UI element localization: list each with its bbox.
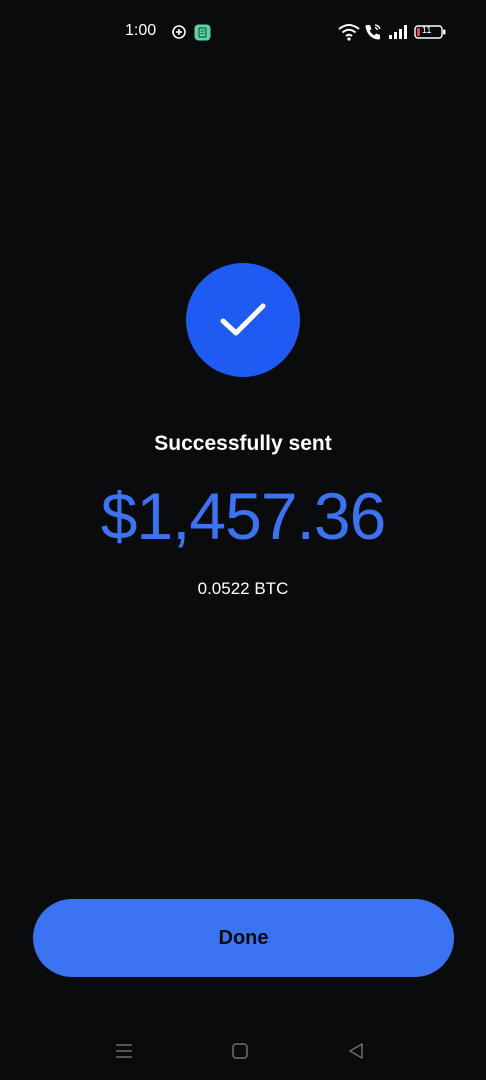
success-title: Successfully sent <box>154 432 332 455</box>
app-notification-icon <box>194 22 211 42</box>
menu-icon[interactable] <box>109 1036 139 1066</box>
battery-level: 11 <box>422 25 432 35</box>
status-bar: 1:00 11 <box>0 18 486 46</box>
location-plus-icon <box>171 22 187 42</box>
battery-icon: 11 <box>414 22 447 42</box>
back-icon[interactable] <box>341 1036 371 1066</box>
signal-icon <box>388 22 408 42</box>
fiat-amount: $1,457.36 <box>100 479 387 553</box>
checkmark-icon <box>220 303 266 336</box>
system-navigation-bar <box>0 1036 486 1066</box>
done-button-label: Done <box>218 926 269 949</box>
status-time: 1:00 <box>125 22 157 39</box>
wifi-calling-icon <box>364 22 382 42</box>
success-check-badge <box>186 263 300 377</box>
send-success-screen: 1:00 11 Successfully sent $1,457.36 0.05… <box>0 0 486 1080</box>
crypto-amount: 0.0522 BTC <box>197 579 289 598</box>
wifi-icon <box>338 22 360 42</box>
done-button[interactable]: Done <box>33 899 454 977</box>
home-icon[interactable] <box>225 1036 255 1066</box>
